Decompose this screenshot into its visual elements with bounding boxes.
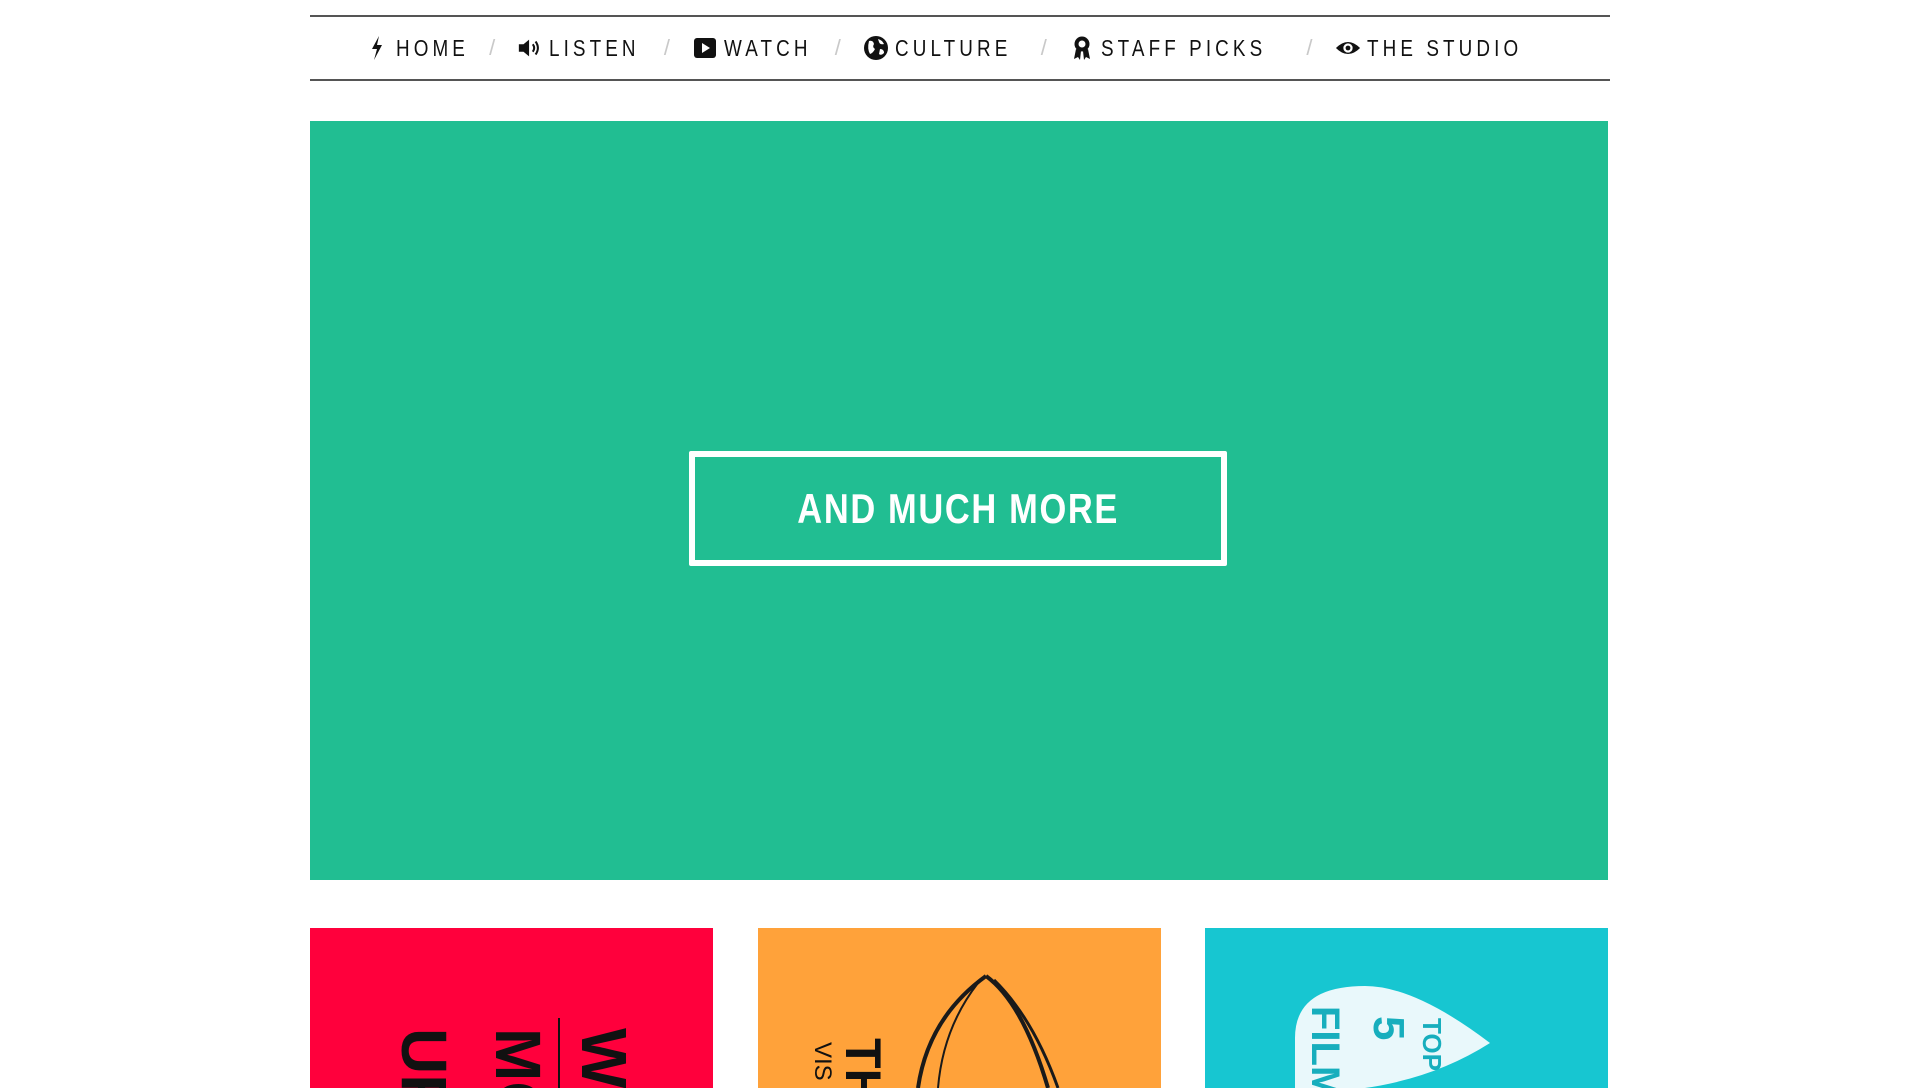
- nav-item-watch[interactable]: WATCH: [692, 35, 831, 62]
- nav-item-staff-picks[interactable]: STAFF PICKS: [1069, 35, 1303, 62]
- feature-card-1[interactable]: W MO UF: [310, 928, 713, 1088]
- nav-label-the-studio: THE STUDIO: [1366, 34, 1522, 61]
- speaker-icon: [517, 35, 543, 61]
- nav-label-watch: WATCH: [723, 34, 812, 61]
- card-2-line-2: VIS: [809, 1042, 836, 1081]
- card-3-artwork: [1295, 986, 1490, 1088]
- nav-item-listen[interactable]: LISTEN: [517, 35, 660, 62]
- nav-label-home: HOME: [396, 34, 470, 61]
- nav-label-listen: LISTEN: [549, 34, 640, 61]
- nav-item-culture[interactable]: CULTURE: [863, 35, 1037, 62]
- bolt-icon: [364, 35, 390, 61]
- feature-card-3[interactable]: TOP 5 FILMS: [1205, 928, 1608, 1088]
- nav-label-staff-picks: STAFF PICKS: [1100, 34, 1267, 61]
- nav-separator: /: [489, 35, 496, 60]
- feature-card-2[interactable]: TH VIS: [758, 928, 1161, 1088]
- card-1-line-1: W: [568, 1028, 640, 1088]
- card-3-line-3: FILMS: [1303, 1006, 1347, 1088]
- card-1-line-3: UF: [388, 1028, 460, 1088]
- award-icon: [1069, 35, 1095, 61]
- card-3-line-1: TOP: [1417, 1018, 1447, 1071]
- card-3-line-2: 5: [1364, 1016, 1413, 1041]
- globe-icon: [863, 35, 889, 61]
- eye-icon: [1335, 35, 1361, 61]
- hero-button-label: AND MUCH MORE: [797, 484, 1119, 532]
- nav-separator: /: [1040, 35, 1047, 60]
- nav-separator: /: [834, 35, 841, 60]
- nav-label-culture: CULTURE: [894, 34, 1012, 61]
- main-nav: HOME / LISTEN / WATCH / CULTURE / STAFF …: [310, 15, 1610, 81]
- nav-item-home[interactable]: HOME: [364, 35, 485, 62]
- card-2-line-1: TH: [835, 1038, 891, 1088]
- play-icon: [692, 35, 718, 61]
- card-1-line-2: MO: [482, 1028, 554, 1088]
- nav-separator: /: [663, 35, 670, 60]
- nav-item-the-studio[interactable]: THE STUDIO: [1335, 35, 1556, 62]
- nav-separator: /: [1306, 35, 1313, 60]
- and-much-more-button[interactable]: AND MUCH MORE: [689, 451, 1227, 566]
- hero-banner: AND MUCH MORE: [310, 121, 1608, 880]
